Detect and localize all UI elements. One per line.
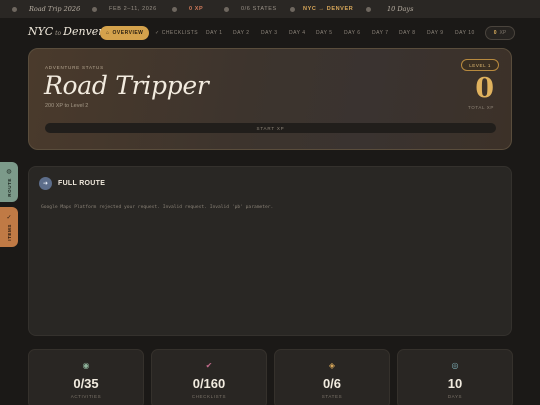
- strip-route-segment: NYC → DENVER: [290, 0, 353, 18]
- full-route-title: FULL ROUTE: [58, 180, 106, 187]
- tab-day-1[interactable]: Day 1: [206, 27, 223, 39]
- stat-label: STATES: [321, 394, 343, 399]
- side-tab-route[interactable]: ◍ ROUTE: [0, 162, 18, 202]
- hero-subtitle: 200 XP to Level 2: [45, 103, 89, 109]
- level-badge: LEVEL 1: [461, 59, 499, 71]
- hero-kicker: ADVENTURE STATUS: [45, 65, 104, 70]
- tab-day-8-label: Day 8: [399, 30, 416, 36]
- main-nav: NYC to Denver ⌂ Overview ✓ Checklists Day …: [0, 22, 540, 44]
- trip-status-strip: Road Trip 2026 FEB 2–11, 2026 0 XP 0/6 S…: [0, 0, 540, 18]
- brand-to-word: to: [55, 30, 62, 37]
- xp-pill-value: 0: [493, 30, 497, 36]
- strip-states-segment: 0/6 STATES: [224, 0, 277, 18]
- check-icon: ✔: [205, 361, 213, 370]
- strip-dates-segment: FEB 2–11, 2026: [92, 0, 157, 18]
- full-route-header: ➜ FULL ROUTE: [39, 177, 105, 190]
- xp-readout: 0 XP: [189, 6, 204, 12]
- tab-checklists-label: Checklists: [161, 30, 199, 36]
- strip-xp-segment: 0 XP: [172, 0, 203, 18]
- stat-card-days: ◎ 10 DAYS: [397, 349, 513, 405]
- target-icon: ◎: [451, 361, 459, 370]
- tab-day-6-label: Day 6: [344, 30, 361, 36]
- dot-icon: [290, 6, 295, 12]
- strip-trip-segment: Road Trip 2026: [12, 0, 80, 18]
- total-xp-value: 0: [475, 73, 494, 104]
- tab-day-10-label: Day 10: [455, 30, 475, 36]
- globe-icon: ◍: [6, 168, 12, 175]
- tab-day-5[interactable]: Day 5: [316, 27, 333, 39]
- tab-day-6[interactable]: Day 6: [344, 27, 361, 39]
- hero-title: Road Tripper: [44, 71, 209, 100]
- check-icon: ✓: [6, 214, 12, 221]
- tab-day-2[interactable]: Day 2: [233, 27, 250, 39]
- route-readout: NYC → DENVER: [303, 6, 354, 12]
- side-tab-route-label: ROUTE: [6, 177, 12, 197]
- tab-day-7-label: Day 7: [372, 30, 389, 36]
- dot-icon: [224, 6, 229, 12]
- diamond-icon: ◈: [328, 361, 336, 370]
- home-icon: ⌂: [106, 30, 110, 36]
- tab-day-7[interactable]: Day 7: [372, 27, 389, 39]
- total-xp-label: TOTAL XP: [468, 105, 494, 110]
- brand-to: Denver: [63, 25, 104, 38]
- dot-icon: [92, 6, 97, 12]
- map-error-message: Google Maps Platform rejected your reque…: [41, 205, 274, 210]
- stat-card-activities: ◉ 0/35 ACTIVITIES: [28, 349, 144, 405]
- xp-pill[interactable]: 0 XP: [485, 26, 515, 40]
- tab-day-4-label: Day 4: [289, 30, 306, 36]
- brand-logo[interactable]: NYC to Denver: [28, 25, 104, 38]
- xp-pill-unit: XP: [499, 30, 507, 36]
- stat-label: ACTIVITIES: [70, 394, 102, 399]
- tab-day-1-label: Day 1: [206, 30, 223, 36]
- stat-value: 0/6: [322, 376, 342, 391]
- states-readout: 0/6 STATES: [241, 6, 277, 12]
- tab-overview-label: Overview: [112, 30, 144, 36]
- stat-card-states: ◈ 0/6 STATES: [274, 349, 390, 405]
- dot-icon: [366, 6, 371, 12]
- tab-day-9-label: Day 9: [427, 30, 444, 36]
- tab-day-8[interactable]: Day 8: [399, 27, 416, 39]
- strip-days-segment: 10 Days: [366, 0, 413, 18]
- check-icon: ✓: [155, 30, 160, 36]
- tab-day-3[interactable]: Day 3: [261, 27, 278, 39]
- stat-label: DAYS: [447, 394, 463, 399]
- dot-icon: [12, 6, 17, 12]
- tab-overview[interactable]: ⌂ Overview: [100, 26, 150, 40]
- tab-day-10[interactable]: Day 10: [455, 27, 475, 39]
- tab-day-3-label: Day 3: [261, 30, 278, 36]
- xp-progress-bar: START XP: [45, 123, 496, 133]
- trip-name: Road Trip 2026: [29, 5, 81, 13]
- side-tab-items[interactable]: ✓ ITEMS: [0, 207, 18, 247]
- trip-dates: FEB 2–11, 2026: [109, 6, 157, 12]
- dot-icon: [172, 6, 177, 12]
- stat-value: 0/160: [192, 376, 226, 391]
- tab-checklists[interactable]: ✓ Checklists: [155, 27, 198, 39]
- days-readout: 10 Days: [387, 5, 414, 13]
- xp-progress-label: START XP: [256, 125, 285, 131]
- tab-day-9[interactable]: Day 9: [427, 27, 444, 39]
- tab-day-5-label: Day 5: [316, 30, 333, 36]
- arrow-icon: ➜: [39, 177, 52, 190]
- stat-card-checklists: ✔ 0/160 CHECKLISTS: [151, 349, 267, 405]
- stat-value: 0/35: [73, 376, 99, 391]
- full-route-panel: ➜ FULL ROUTE Google Maps Platform reject…: [28, 166, 512, 336]
- circle-dot-icon: ◉: [82, 361, 90, 370]
- tab-day-2-label: Day 2: [233, 30, 250, 36]
- side-tab-items-label: ITEMS: [6, 223, 12, 241]
- brand-from: NYC: [28, 25, 54, 38]
- tab-day-4[interactable]: Day 4: [289, 27, 306, 39]
- stat-label: CHECKLISTS: [191, 394, 227, 399]
- stat-value: 10: [447, 376, 463, 391]
- adventure-status-card: ADVENTURE STATUS Road Tripper 200 XP to …: [28, 48, 512, 150]
